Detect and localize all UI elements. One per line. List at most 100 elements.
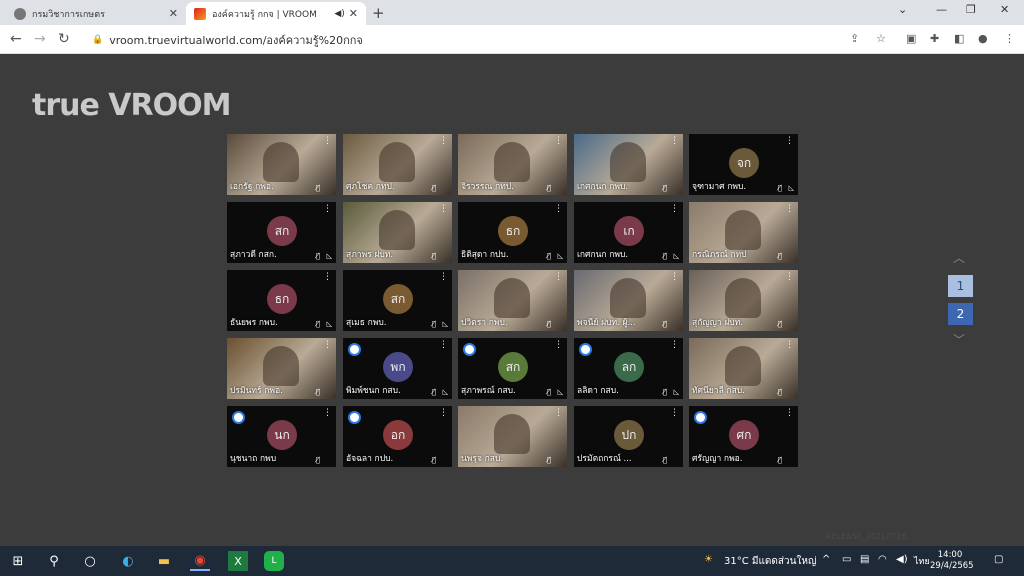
page-1-button[interactable]: 1 (948, 275, 973, 297)
tile-more-icon[interactable]: ⋮ (554, 136, 563, 146)
language-indicator[interactable]: ไทย (914, 554, 930, 568)
close-window-button[interactable]: ✕ (1000, 3, 1009, 16)
tile-more-icon[interactable]: ⋮ (670, 136, 679, 146)
tile-more-icon[interactable]: ⋮ (323, 136, 332, 146)
tile-more-icon[interactable]: ⋮ (670, 408, 679, 418)
participant-tile[interactable]: ⋮ กรณิภรณ์ กทป 🎙̸ (689, 202, 798, 263)
close-tab-icon[interactable]: ✕ (349, 7, 358, 20)
participant-tile[interactable]: พก ⋮ พิมพ์ชนก กสบ. 🎙̸ ◺ (343, 338, 452, 399)
chevron-down-icon[interactable]: ﹀ (953, 331, 965, 348)
search-icon[interactable]: ⚲ (44, 551, 64, 571)
side-panel-icon[interactable]: ◧ (954, 32, 964, 45)
tile-more-icon[interactable]: ⋮ (785, 408, 794, 418)
tile-more-icon[interactable]: ⋮ (670, 204, 679, 214)
system-clock[interactable]: 14:00 29/4/2565 (930, 550, 974, 572)
participant-tile[interactable]: อก ⋮ อัจฉลา กปบ. 🎙̸ (343, 406, 452, 467)
participant-avatar: พก (383, 352, 413, 382)
edge-icon[interactable]: ◐ (118, 551, 138, 571)
tile-more-icon[interactable]: ⋮ (439, 204, 448, 214)
extension-icon[interactable]: ▣ (906, 32, 916, 45)
participant-tile[interactable]: จก ⋮ จุฑามาศ กพบ. 🎙̸ ◺ (689, 134, 798, 195)
cortana-icon[interactable]: ○ (80, 551, 100, 571)
back-arrow-icon[interactable]: ← (10, 31, 22, 47)
tile-more-icon[interactable]: ⋮ (439, 136, 448, 146)
bookmark-star-icon[interactable]: ☆ (876, 32, 886, 45)
tile-more-icon[interactable]: ⋮ (554, 204, 563, 214)
meeting-area: true VROOM ⋮ เอกรัฐ กพอ. 🎙̸ ⋮ ศุภโชค กทป. 🎙̸ ⋮… (0, 54, 1024, 546)
participant-tile[interactable]: นก ⋮ นุชนาถ กพบ 🎙̸ (227, 406, 336, 467)
participant-tile[interactable]: ปก ⋮ ปรมัตถกรณ์ ... 🎙̸ (574, 406, 683, 467)
wifi-icon[interactable]: ◠ (878, 554, 887, 565)
url-field[interactable]: 🔒 vroom.truevirtualworld.com/องค์ความรู้… (82, 29, 902, 50)
speaker-icon[interactable]: ◀) (334, 9, 344, 19)
windows-start-icon[interactable]: ⊞ (8, 551, 28, 571)
chevron-up-icon[interactable]: ︿ (953, 249, 965, 266)
participant-tile[interactable]: ⋮ สุกัญญา ฝบท. 🎙̸ (689, 270, 798, 331)
line-app-icon[interactable]: L (264, 551, 284, 571)
tile-more-icon[interactable]: ⋮ (554, 340, 563, 350)
participant-tile[interactable]: ⋮ พจนีย์ ฝบท. ผู้... 🎙̸ (574, 270, 683, 331)
weather-text[interactable]: 31°C มีแดดส่วนใหญ่ (724, 554, 816, 569)
menu-kebab-icon[interactable]: ⋮ (1004, 32, 1015, 45)
participant-tile[interactable]: ⋮ ปวิตรา กพบ. 🎙̸ (458, 270, 567, 331)
participant-tile[interactable]: ⋮ เอกรัฐ กพอ. 🎙̸ (227, 134, 336, 195)
tab-inactive[interactable]: กรมวิชาการเกษตร ✕ (6, 2, 186, 25)
participant-tile[interactable]: ⋮ เกศกนก กพบ. 🎙̸ (574, 134, 683, 195)
meet-icon[interactable]: ▭ (842, 554, 851, 565)
tile-more-icon[interactable]: ⋮ (785, 204, 794, 214)
participant-tile[interactable]: ธก ⋮ ธิติสุดา กปบ. 🎙̸ ◺ (458, 202, 567, 263)
mic-muted-icon: 🎙̸ (315, 252, 320, 260)
puzzle-icon[interactable]: ✚ (930, 32, 939, 45)
excel-icon[interactable]: X (228, 551, 248, 571)
tab-active[interactable]: องค์ความรู้ กกจ | VROOM ◀) ✕ (186, 2, 366, 25)
restore-button[interactable]: ❐ (966, 3, 976, 16)
participant-avatar: ศก (729, 420, 759, 450)
participant-tile[interactable]: ⋮ จิรวรรณ กทป. 🎙̸ (458, 134, 567, 195)
participant-tile[interactable]: สก ⋮ สุภาวดี กสก. 🎙̸ ◺ (227, 202, 336, 263)
participant-tile[interactable]: ธก ⋮ ธันยพร กพบ. 🎙̸ ◺ (227, 270, 336, 331)
tile-more-icon[interactable]: ⋮ (323, 408, 332, 418)
tile-more-icon[interactable]: ⋮ (670, 272, 679, 282)
participant-tile[interactable]: ⋮ ศุภโชค กทป. 🎙̸ (343, 134, 452, 195)
tile-more-icon[interactable]: ⋮ (554, 272, 563, 282)
tab-search-icon[interactable]: ⌄ (898, 3, 907, 16)
minimize-button[interactable]: — (936, 3, 947, 16)
tile-more-icon[interactable]: ⋮ (785, 272, 794, 282)
reload-icon[interactable]: ↻ (58, 31, 70, 47)
close-tab-icon[interactable]: ✕ (169, 7, 178, 20)
tile-more-icon[interactable]: ⋮ (670, 340, 679, 350)
tile-more-icon[interactable]: ⋮ (323, 272, 332, 282)
tile-more-icon[interactable]: ⋮ (785, 136, 794, 146)
participant-tile[interactable]: ⋮ นพรุจ กสบ. 🎙̸ (458, 406, 567, 467)
participant-avatar: เก (614, 216, 644, 246)
tile-more-icon[interactable]: ⋮ (439, 340, 448, 350)
page-2-button[interactable]: 2 (948, 303, 973, 325)
tray-chevron-icon[interactable]: ^ (822, 554, 830, 565)
participant-tile[interactable]: สก ⋮ สุเมธ กพบ. 🎙̸ ◺ (343, 270, 452, 331)
share-icon[interactable]: ⇪ (850, 32, 859, 45)
participant-name: ปรมัตถกรณ์ ... (577, 454, 632, 464)
tile-more-icon[interactable]: ⋮ (439, 272, 448, 282)
new-tab-button[interactable]: + (372, 4, 385, 22)
participant-avatar: ลก (614, 352, 644, 382)
tile-more-icon[interactable]: ⋮ (323, 340, 332, 350)
forward-arrow-icon[interactable]: → (34, 31, 46, 47)
participant-tile[interactable]: ศก ⋮ ศรัญญา กพอ. 🎙̸ (689, 406, 798, 467)
mobile-device-icon (463, 343, 476, 356)
network-icon[interactable]: ▤ (860, 554, 869, 565)
tile-more-icon[interactable]: ⋮ (323, 204, 332, 214)
chrome-icon[interactable]: ◉ (190, 551, 210, 571)
participant-tile[interactable]: ⋮ สุภาพร ฝบท. 🎙̸ (343, 202, 452, 263)
notification-icon[interactable]: ▢ (994, 554, 1003, 565)
tile-more-icon[interactable]: ⋮ (554, 408, 563, 418)
profile-avatar-icon[interactable]: ● (978, 32, 988, 45)
participant-tile[interactable]: เก ⋮ เกศกนก กพบ. 🎙̸ ◺ (574, 202, 683, 263)
participant-tile[interactable]: ⋮ ปรมินทร์ กพอ. 🎙̸ (227, 338, 336, 399)
participant-tile[interactable]: ⋮ ทัศนียาลี กสบ. 🎙̸ (689, 338, 798, 399)
volume-icon[interactable]: ◀) (896, 554, 908, 565)
file-explorer-icon[interactable]: ▬ (154, 551, 174, 571)
tile-more-icon[interactable]: ⋮ (785, 340, 794, 350)
participant-tile[interactable]: ลก ⋮ ลลิดา กสบ. 🎙̸ ◺ (574, 338, 683, 399)
tile-more-icon[interactable]: ⋮ (439, 408, 448, 418)
participant-tile[interactable]: สก ⋮ สุภาพรณ์ กสบ. 🎙̸ ◺ (458, 338, 567, 399)
